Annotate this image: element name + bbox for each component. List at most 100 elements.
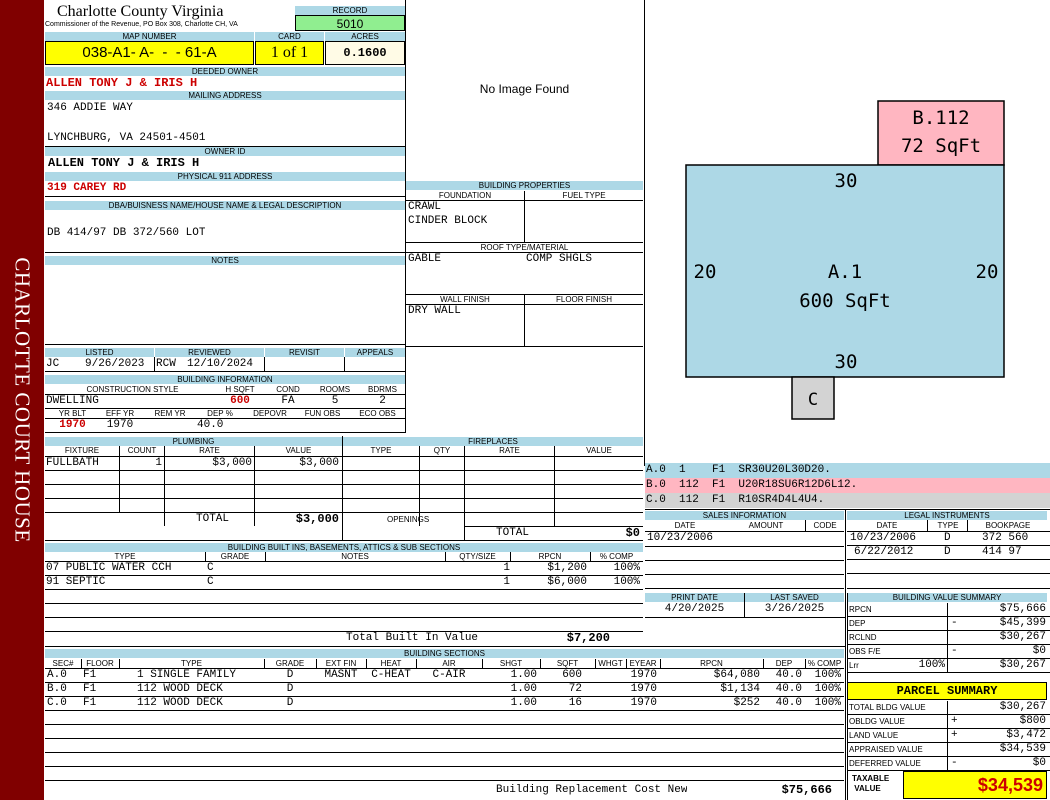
divider (540, 659, 541, 668)
builtin-qty: 1 (503, 576, 510, 588)
parcel-label: DEFERRED VALUE (849, 759, 921, 768)
sales-code-label: CODE (813, 521, 837, 530)
legal-date-label: DATE (876, 521, 898, 530)
legal-title: LEGAL INSTRUMENTS (847, 511, 1047, 520)
section-ext: MASNT (324, 669, 358, 681)
plumbing-total-label: TOTAL (196, 513, 230, 525)
wall-finish-label: WALL FINISH (440, 295, 490, 304)
divider (947, 701, 948, 771)
sales-date-label: DATE (674, 521, 696, 530)
section-col-label: WHGT (598, 659, 623, 668)
no-image-text: No Image Found (479, 82, 570, 96)
divider (927, 520, 928, 532)
section-grade: D (286, 669, 294, 681)
rooms: 5 (331, 395, 339, 407)
divider (45, 738, 844, 739)
last-saved-label: LAST SAVED (745, 593, 844, 602)
divider (847, 588, 1050, 589)
divider (45, 696, 844, 697)
value-summary-label: RPCN (849, 605, 872, 614)
listed-date: 9/26/2023 (85, 358, 145, 370)
notes-label: NOTES (45, 256, 405, 265)
divider (590, 552, 591, 561)
legal-type-2: D (944, 546, 951, 558)
replacement-cost: $75,666 (781, 784, 832, 797)
divider (343, 456, 643, 457)
card-label: CARD (255, 32, 324, 41)
divider (626, 659, 627, 668)
fireplace-col-label: RATE (499, 446, 520, 455)
sidebar-banner: CHARLOTTE COURT HOUSE (0, 0, 44, 800)
divider (265, 552, 266, 561)
section-eyear: 1970 (630, 683, 657, 695)
parcel-sign: + (951, 729, 958, 741)
map-number-text: 038-A1- A- - - 61-A (82, 44, 217, 61)
divider (744, 593, 745, 617)
builtin-type: 91 SEPTIC (46, 576, 106, 588)
section-shgt: 1.00 (510, 669, 537, 681)
section-col-label: EYEAR (629, 659, 657, 668)
divider (154, 357, 155, 371)
depreciation: 40.0 (197, 419, 224, 431)
divider (847, 559, 1050, 560)
vector-row-c: C.0 112 F1 R10SR4D4L4U4. (645, 493, 1050, 508)
divider (405, 346, 406, 433)
mailing-address-line2: LYNCHBURG, VA 24501-4501 (47, 132, 206, 144)
sale-date: 10/23/2006 (647, 532, 714, 544)
section-col-label: % COMP (807, 659, 842, 668)
hsqft: 600 (230, 395, 250, 407)
parcel-summary-title: PARCEL SUMMARY (847, 682, 1047, 700)
builtin-col-label: GRADE (220, 552, 250, 561)
divider (45, 603, 643, 604)
bedrooms: 2 (379, 395, 386, 407)
legal-book-2: 414 97 (982, 546, 1022, 558)
parcel-value: $34,539 (999, 743, 1046, 755)
divider (343, 470, 643, 471)
cond-label: COND (276, 385, 300, 394)
parcel-value: $0 (1032, 757, 1046, 769)
builtin-rpcn: $6,000 (547, 576, 587, 588)
divider (805, 659, 806, 668)
fixture-value: $3,000 (299, 457, 339, 469)
divider (847, 770, 1050, 771)
physical-address: 319 CAREY RD (47, 182, 127, 194)
remyr-label: REM YR (154, 409, 186, 418)
value-summary-pct: 100% (918, 659, 945, 671)
builtins-total-label: Total Built In Value (346, 632, 479, 644)
record-value: 5010 (295, 15, 405, 31)
divider (645, 588, 844, 589)
value-summary-value: $0 (1032, 645, 1046, 657)
divider (45, 484, 342, 485)
rooms-label: ROOMS (319, 385, 351, 394)
acres-value: 0.1600 (325, 41, 405, 65)
divider (645, 560, 844, 561)
section-sqft: 16 (568, 697, 582, 709)
fuel-type-label: FUEL TYPE (562, 191, 606, 200)
record-label: RECORD (295, 6, 405, 15)
value-summary-sign: - (951, 645, 958, 657)
vector-b-text: B.0 112 F1 U20R18SU6R12D6L12. (646, 479, 858, 491)
value-summary-label: RCLND (849, 633, 877, 642)
value-summary-label: Lrr (849, 661, 859, 670)
divider (264, 357, 265, 371)
section-comp: 100% (814, 697, 841, 709)
taxable-value: $34,539 (903, 771, 1047, 799)
divider (845, 510, 846, 800)
value-summary-title: BUILDING VALUE SUMMARY (847, 593, 1047, 602)
taxable-label-2: VALUE (854, 784, 881, 793)
section-comp: 100% (814, 683, 841, 695)
taxable-label: TAXABLE VALUE (852, 774, 889, 794)
section-sec: C.0 (47, 697, 67, 709)
section-col-label: SQFT (556, 659, 579, 668)
divider (645, 546, 844, 547)
vector-row-a: A.0 1 F1 SR30U20L30D20. (645, 463, 1050, 478)
foundation-2: CINDER BLOCK (408, 215, 488, 227)
builtins-total: $7,200 (566, 632, 610, 645)
foundation-label: FOUNDATION (438, 191, 492, 200)
dim-bottom: 30 (835, 351, 858, 373)
roof-type: GABLE (408, 253, 442, 265)
section-comp: 100% (814, 669, 841, 681)
value-summary-value: $30,267 (999, 631, 1046, 643)
divider (344, 357, 345, 371)
section-col-label: SEC# (52, 659, 74, 668)
